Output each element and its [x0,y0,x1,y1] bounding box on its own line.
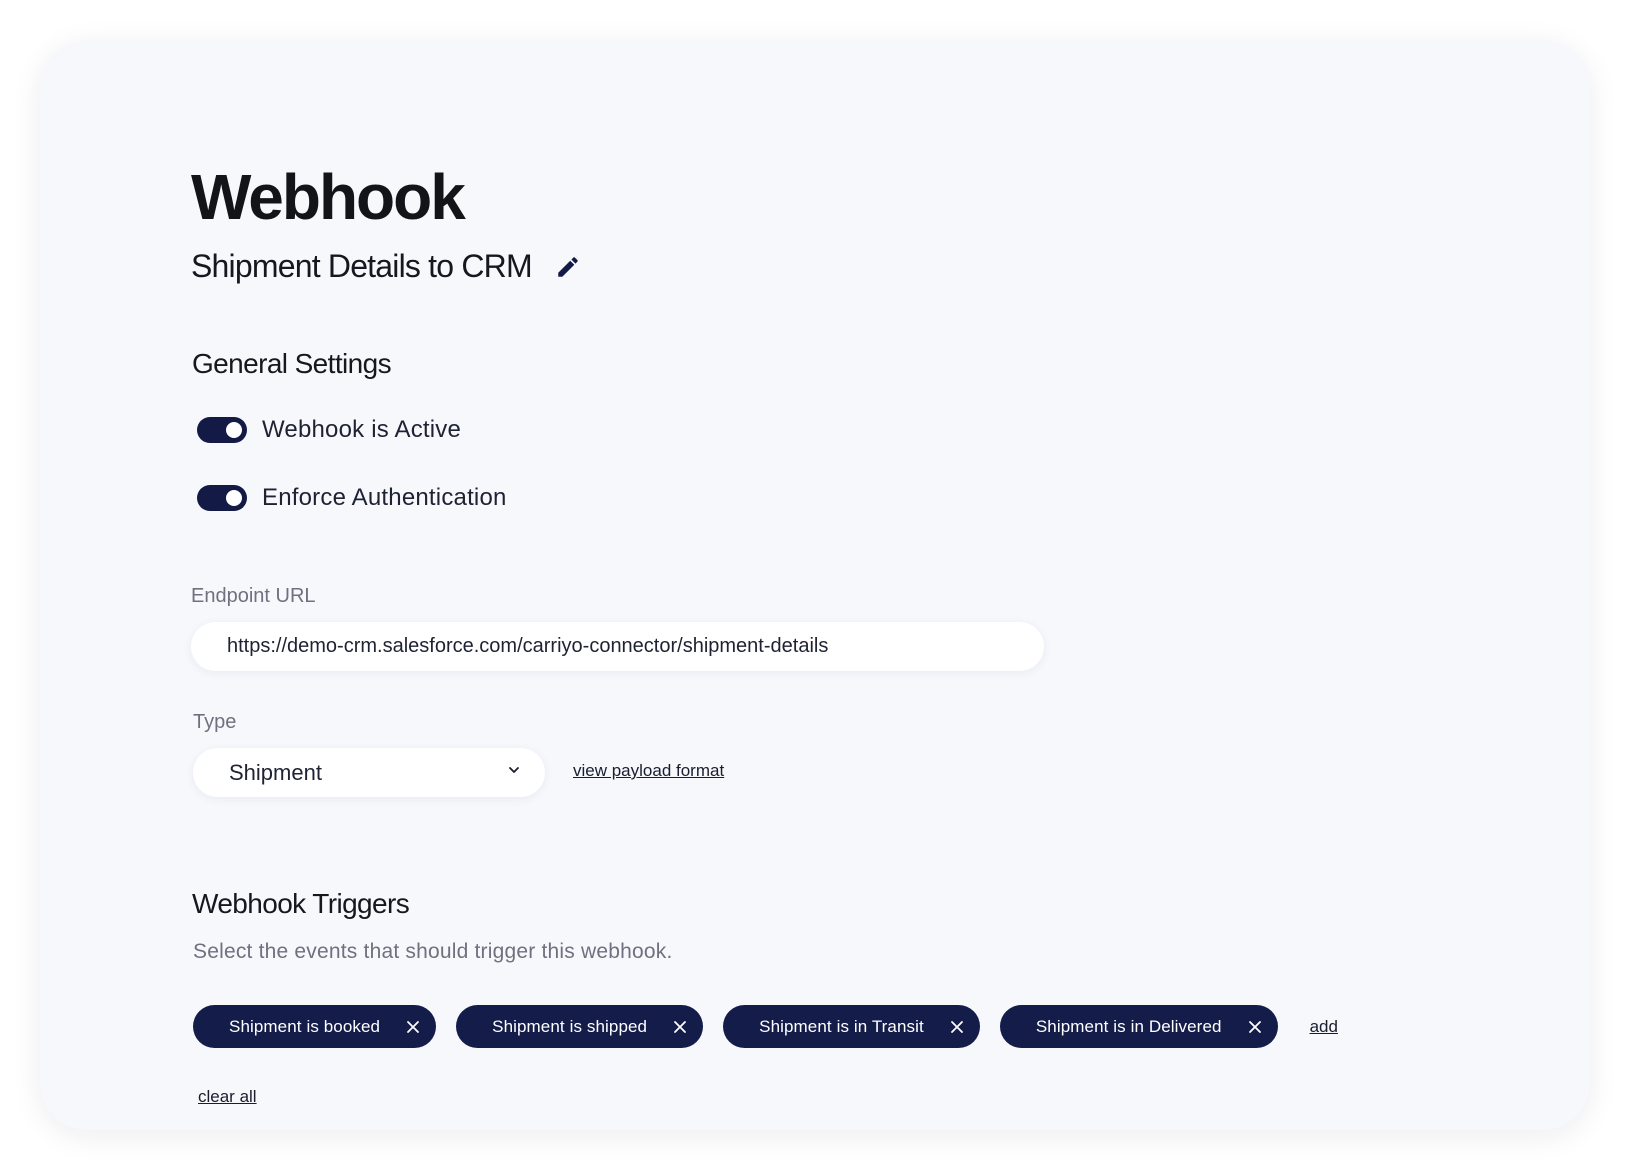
type-label: Type [193,711,237,733]
toggle-knob [226,490,242,506]
trigger-chip: Shipment is in Delivered [999,1005,1278,1048]
close-icon[interactable] [669,1016,691,1038]
enforce-authentication-toggle[interactable] [197,485,247,511]
trigger-chip-label: Shipment is shipped [492,1016,648,1036]
webhook-name-row: Shipment Details to CRM [191,248,584,285]
trigger-chip: Shipment is shipped [456,1005,704,1048]
type-select-value: Shipment [229,759,322,785]
clear-all-link[interactable]: clear all [198,1087,257,1107]
general-settings-heading: General Settings [192,348,392,379]
view-payload-format-link[interactable]: view payload format [573,761,724,781]
close-icon[interactable] [402,1016,424,1038]
endpoint-url-input[interactable]: https://demo-crm.salesforce.com/carriyo-… [191,622,1044,671]
trigger-chip: Shipment is booked [193,1005,437,1048]
add-trigger-link[interactable]: add [1310,1017,1338,1037]
toggle-row-enforce-auth: Enforce Authentication [197,484,507,512]
webhook-triggers-heading: Webhook Triggers [192,888,410,919]
trigger-chip-label: Shipment is in Delivered [1035,1016,1222,1036]
trigger-chip: Shipment is in Transit [723,1005,980,1048]
toggle-row-webhook-active: Webhook is Active [197,416,461,444]
trigger-chip-list: Shipment is booked Shipment is shipped S… [193,1005,1338,1048]
webhook-active-toggle[interactable] [197,417,247,443]
type-select[interactable]: Shipment [193,748,545,797]
chevron-down-icon [507,763,521,782]
enforce-authentication-label: Enforce Authentication [262,484,507,511]
page-title: Webhook [191,161,466,233]
webhook-triggers-hint: Select the events that should trigger th… [193,940,673,963]
endpoint-url-label: Endpoint URL [191,585,316,607]
trigger-chip-label: Shipment is in Transit [759,1016,924,1036]
pencil-icon[interactable] [552,251,584,283]
webhook-name: Shipment Details to CRM [191,248,533,284]
close-icon[interactable] [1244,1016,1266,1038]
webhook-active-label: Webhook is Active [262,416,462,443]
endpoint-url-value: https://demo-crm.salesforce.com/carriyo-… [227,635,829,657]
toggle-knob [226,422,242,438]
trigger-chip-label: Shipment is booked [229,1016,381,1036]
webhook-settings-card: Webhook Shipment Details to CRM General … [40,40,1590,1130]
close-icon[interactable] [946,1016,968,1038]
